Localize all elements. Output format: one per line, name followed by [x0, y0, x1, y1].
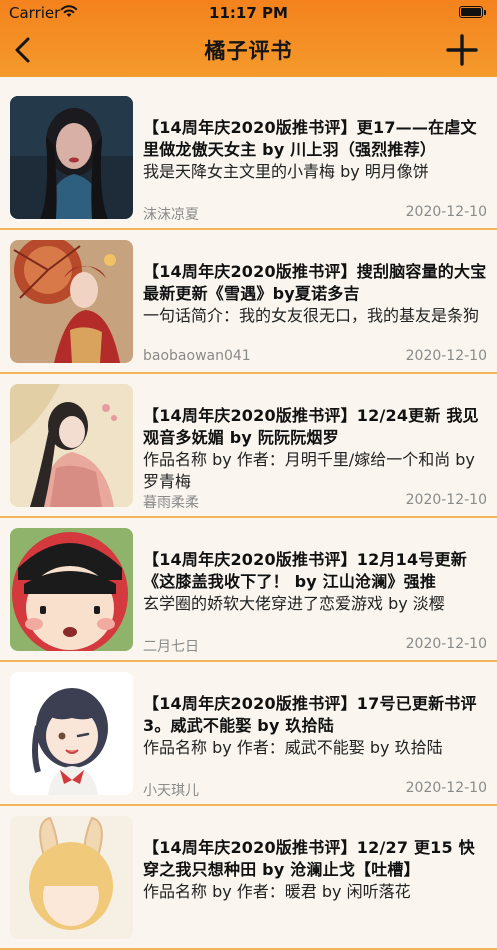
item-author: 暮雨柔柔: [143, 495, 199, 511]
clock: 11:17 PM: [209, 4, 288, 22]
list-item[interactable]: 【14周年庆2020版推书评】12/27 更15 快穿之我只想种田 by 沧澜止…: [0, 806, 497, 950]
item-title: 【14周年庆2020版推书评】12/24更新 我见观音多妩媚 by 阮阮阮烟罗: [143, 406, 479, 447]
cover-image: [10, 384, 133, 507]
battery-icon: [459, 6, 486, 18]
item-author: 沫沫凉夏: [143, 207, 199, 223]
page-title: 橘子评书: [204, 39, 293, 63]
list-item[interactable]: 【14周年庆2020版推书评】12月14号更新《这膝盖我收下了！ by 江山沧澜…: [0, 518, 497, 662]
item-date: 2020-12-10: [405, 204, 487, 220]
item-date: 2020-12-10: [405, 636, 487, 652]
cover-image: [10, 672, 133, 795]
item-title: 【14周年庆2020版推书评】更17——在虐文里做龙傲天女主 by 川上羽（强烈…: [143, 118, 477, 159]
nav-header: Carrier 11:17 PM 橘子评书: [0, 0, 497, 77]
item-summary: 玄学圈的娇软大佬穿进了恋爱游戏 by 淡樱: [143, 594, 445, 613]
item-title: 【14周年庆2020版推书评】12月14号更新《这膝盖我收下了！ by 江山沧澜…: [143, 550, 467, 591]
item-author: 二月七日: [143, 639, 199, 655]
list-item[interactable]: 【14周年庆2020版推书评】17号已更新书评3。威武不能娶 by 玖拾陆 作品…: [0, 662, 497, 806]
item-author: baobaowan041: [143, 348, 251, 364]
item-summary: 一句话简介：我的女友很无口，我的基友是条狗: [143, 306, 480, 325]
list-item[interactable]: 【14周年庆2020版推书评】搜刮脑容量的大宝 最新更新《雪遇》by夏诺多吉 一…: [0, 230, 497, 374]
cover-image: [10, 816, 133, 939]
item-title: 【14周年庆2020版推书评】12/27 更15 快穿之我只想种田 by 沧澜止…: [143, 838, 475, 879]
item-summary: 作品名称 by 作者：月明千里/嫁给一个和尚 by 罗青梅: [143, 450, 475, 491]
status-bar: Carrier 11:17 PM: [0, 0, 497, 26]
item-author: 小天琪儿: [143, 783, 199, 799]
cover-image: [10, 240, 133, 363]
list-item[interactable]: 【14周年庆2020版推书评】更17——在虐文里做龙傲天女主 by 川上羽（强烈…: [0, 86, 497, 230]
cover-image: [10, 528, 133, 651]
item-date: 2020-12-10: [405, 348, 487, 364]
add-button[interactable]: [445, 33, 479, 67]
list-item[interactable]: 【14周年庆2020版推书评】12/24更新 我见观音多妩媚 by 阮阮阮烟罗 …: [0, 374, 497, 518]
item-title: 【14周年庆2020版推书评】搜刮脑容量的大宝 最新更新《雪遇》by夏诺多吉: [143, 262, 487, 303]
item-date: 2020-12-10: [405, 492, 487, 508]
review-list: 【14周年庆2020版推书评】更17——在虐文里做龙傲天女主 by 川上羽（强烈…: [0, 86, 497, 950]
item-title: 【14周年庆2020版推书评】17号已更新书评3。威武不能娶 by 玖拾陆: [143, 694, 477, 735]
item-summary: 我是天降女主文里的小青梅 by 明月像饼: [143, 162, 429, 181]
item-summary: 作品名称 by 作者：威武不能娶 by 玖拾陆: [143, 738, 443, 757]
item-date: 2020-12-10: [405, 780, 487, 796]
item-summary: 作品名称 by 作者：暖君 by 闲听落花: [143, 882, 411, 901]
cover-image: [10, 96, 133, 219]
